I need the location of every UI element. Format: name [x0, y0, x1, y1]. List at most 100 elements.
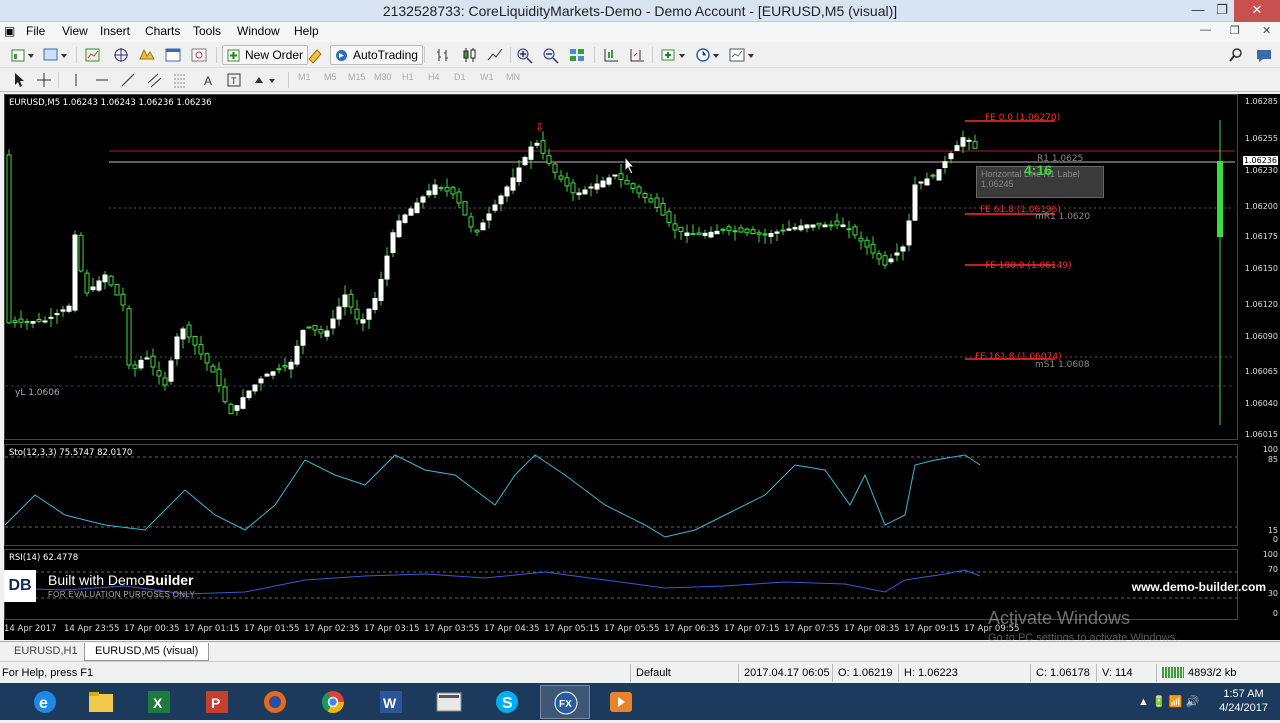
status-profile[interactable]: Default	[636, 667, 671, 679]
timeframe-m30[interactable]: M30	[374, 72, 392, 82]
candle-body	[672, 223, 678, 231]
powerpoint-icon[interactable]: P	[192, 685, 242, 719]
time-tick: 17 Apr 04:35	[484, 624, 540, 634]
menu-charts[interactable]: Charts	[145, 24, 180, 38]
candle-body	[942, 161, 948, 168]
child-restore-icon[interactable]: ❐	[1230, 24, 1240, 37]
arrows-icon[interactable]	[250, 70, 280, 90]
vertical-line-icon[interactable]	[66, 70, 86, 90]
candle-body	[264, 373, 270, 377]
bar-chart-icon[interactable]	[432, 45, 454, 65]
indicators-icon[interactable]	[658, 45, 688, 65]
chrome-icon[interactable]	[308, 685, 358, 719]
timeframe-m5[interactable]: M5	[324, 72, 337, 82]
profiles-icon[interactable]	[40, 45, 70, 65]
candle-body	[768, 233, 774, 237]
periods-icon[interactable]	[692, 45, 722, 65]
market-watch-icon[interactable]	[82, 45, 104, 65]
timeframe-mn[interactable]: MN	[506, 72, 520, 82]
cursor-icon[interactable]	[8, 70, 28, 90]
candle-body	[246, 390, 252, 399]
templates-icon[interactable]	[726, 45, 758, 65]
zoom-out-icon[interactable]	[540, 45, 562, 65]
svg-text:e: e	[39, 695, 48, 712]
search-icon[interactable]	[1226, 45, 1246, 65]
close-icon[interactable]: ✕	[1234, 0, 1280, 22]
price-tick: 1.06090	[1244, 332, 1278, 341]
terminal-icon[interactable]	[162, 45, 184, 65]
timeframe-h4[interactable]: H4	[428, 72, 440, 82]
price-axis[interactable]: 1.06285 1.06255 1.06230 1.06200 1.06175 …	[1238, 94, 1280, 440]
candle-body	[564, 177, 570, 187]
candle-body	[18, 318, 24, 323]
restore-icon[interactable]: ❐	[1207, 0, 1237, 22]
timeframe-m1[interactable]: M1	[298, 72, 311, 82]
timeframe-d1[interactable]: D1	[454, 72, 466, 82]
firefox-icon[interactable]	[250, 685, 300, 719]
tab-eurusd-h1[interactable]: EURUSD,H1	[4, 643, 88, 661]
price-panel[interactable]: FE 0.0 (1.06270) R1 1.0625 FE 61.8 (1.0619…	[4, 94, 1238, 440]
media-player-icon[interactable]	[596, 685, 646, 719]
price-chart[interactable]: FE 0.0 (1.06270)R1 1.0625FE 61.8 (1.0619…	[5, 95, 1238, 440]
navigator-icon[interactable]	[136, 45, 158, 65]
candle-body	[918, 181, 924, 184]
auto-trading-button[interactable]: AutoTrading	[330, 45, 423, 65]
data-window-icon[interactable]	[110, 45, 132, 65]
text-label-icon[interactable]: T	[224, 70, 244, 90]
menu-insert[interactable]: Insert	[100, 24, 130, 38]
stochastic-panel[interactable]: Sto(12,3,3) 75.5747 82.0170	[4, 444, 1238, 546]
channel-icon[interactable]	[144, 70, 164, 90]
candle-body	[78, 234, 84, 272]
chart-window[interactable]: FE 0.0 (1.06270) R1 1.0625 FE 61.8 (1.0619…	[4, 94, 1280, 640]
strategy-tester-icon[interactable]	[188, 45, 210, 65]
candle-body	[840, 224, 846, 228]
file-explorer-icon[interactable]	[76, 685, 126, 719]
new-chart-icon[interactable]	[8, 45, 36, 65]
excel-icon[interactable]: X	[134, 685, 184, 719]
timeframe-h1[interactable]: H1	[402, 72, 414, 82]
chart-shift-icon[interactable]	[626, 45, 648, 65]
candle-body	[618, 173, 624, 180]
chat-icon[interactable]	[1254, 45, 1274, 65]
new-order-button[interactable]: New Order	[222, 45, 309, 65]
candle-body	[648, 198, 654, 203]
auto-scroll-icon[interactable]	[600, 45, 622, 65]
generic-app-icon[interactable]	[424, 685, 474, 719]
fx-terminal-icon[interactable]: FX	[540, 685, 590, 719]
trendline-icon[interactable]	[118, 70, 138, 90]
tab-eurusd-m5-visual[interactable]: EURUSD,M5 (visual)	[84, 643, 210, 661]
crosshair-icon[interactable]	[34, 70, 54, 90]
horizontal-line-icon[interactable]	[92, 70, 112, 90]
candle-body	[948, 153, 954, 160]
menu-file[interactable]: File	[26, 24, 45, 38]
menu-help[interactable]: Help	[294, 24, 319, 38]
text-icon[interactable]: A	[198, 70, 218, 90]
candlestick-icon[interactable]	[458, 45, 480, 65]
timeframe-w1[interactable]: W1	[480, 72, 494, 82]
price-tick: 1.06285	[1244, 97, 1278, 106]
fibonacci-icon[interactable]	[170, 70, 190, 90]
candle-body	[576, 192, 582, 196]
candle-body	[486, 213, 492, 221]
internet-explorer-icon[interactable]: e	[20, 685, 70, 719]
tile-windows-icon[interactable]	[566, 45, 588, 65]
zoom-in-icon[interactable]	[514, 45, 536, 65]
menu-view[interactable]: View	[62, 24, 88, 38]
app-menu-icon[interactable]: ▣	[4, 24, 15, 38]
child-close-icon[interactable]: ✕	[1262, 24, 1271, 37]
child-minimize-icon[interactable]: —	[1200, 24, 1211, 36]
taskbar-clock[interactable]: 1:57 AM 4/24/2017	[1219, 687, 1268, 715]
candle-body	[402, 214, 408, 223]
word-icon[interactable]: W	[366, 685, 416, 719]
demo-builder-banner: DB Built with DemoBuilder FOR EVALUATION…	[4, 570, 1280, 604]
timeframe-m15[interactable]: M15	[348, 72, 366, 82]
line-chart-icon[interactable]	[484, 45, 506, 65]
sto-tick: 15	[1267, 526, 1278, 535]
meta-editor-icon[interactable]	[304, 45, 326, 65]
skype-icon[interactable]: S	[482, 685, 532, 719]
menu-window[interactable]: Window	[237, 24, 280, 38]
candle-body	[954, 145, 960, 151]
candle-body	[114, 284, 120, 296]
tray-icons[interactable]: ▲ 🔋 📶 🔊	[1138, 695, 1199, 708]
menu-tools[interactable]: Tools	[193, 24, 221, 38]
